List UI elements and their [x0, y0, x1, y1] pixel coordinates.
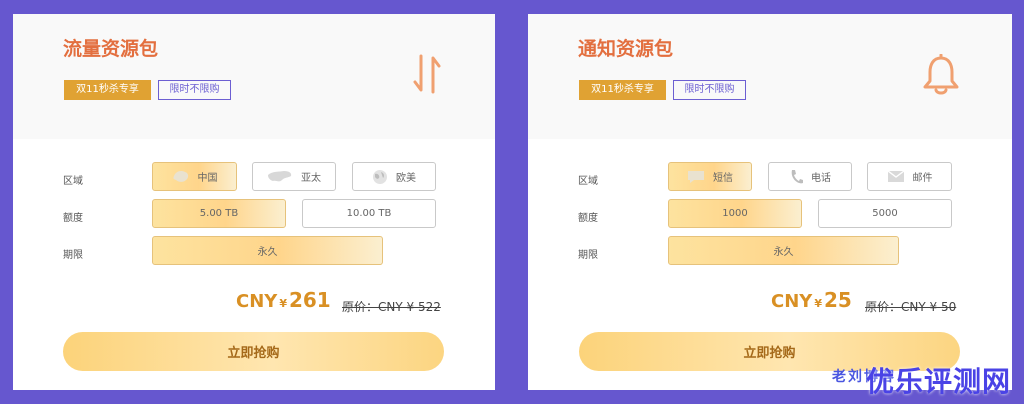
china-map-icon	[172, 170, 188, 182]
amount-label: 额度	[578, 213, 598, 224]
limit-tag: 限时不限购	[673, 80, 746, 100]
region-option-label: 中国	[197, 173, 218, 184]
asia-map-icon	[268, 170, 292, 181]
limit-tag: 限时不限购	[158, 80, 231, 100]
region-option-label: 欧美	[396, 173, 416, 184]
card-header: 通知资源包 双11秒杀专享 限时不限购	[528, 14, 1012, 139]
amount-option-label: 5000	[872, 208, 898, 219]
region-label: 区域	[63, 176, 83, 187]
message-icon	[688, 170, 704, 183]
card-title: 通知资源包	[578, 38, 674, 60]
current-price: CNY ¥25	[771, 288, 852, 312]
term-label: 期限	[63, 250, 83, 261]
term-option-permanent[interactable]: 永久	[668, 236, 899, 265]
term-option-permanent[interactable]: 永久	[152, 236, 383, 265]
card-title: 流量资源包	[63, 38, 159, 60]
term-option-label: 永久	[257, 247, 278, 258]
region-option-china[interactable]: 中国	[152, 162, 237, 191]
transfer-arrows-icon	[413, 52, 441, 100]
region-option-label: 亚太	[301, 173, 321, 184]
mail-icon	[887, 170, 904, 182]
amount-option-5000[interactable]: 5000	[818, 199, 952, 228]
amount-option-10tb[interactable]: 10.00 TB	[302, 199, 436, 228]
term-label: 期限	[578, 250, 598, 261]
card-header: 流量资源包 双11秒杀专享 限时不限购	[13, 14, 495, 139]
channel-option-label: 电话	[811, 173, 831, 184]
term-option-label: 永久	[773, 247, 794, 258]
amount-option-label: 10.00 TB	[346, 208, 392, 219]
channel-option-sms[interactable]: 短信	[668, 162, 752, 191]
phone-icon	[791, 169, 803, 183]
amount-option-1000[interactable]: 1000	[668, 199, 802, 228]
bell-icon	[922, 53, 960, 100]
original-price: 原价：CNY ¥ 522	[342, 300, 441, 314]
traffic-package-card: 流量资源包 双11秒杀专享 限时不限购 区域 中国 亚太 欧美 额度 5.00 …	[13, 14, 495, 390]
region-option-europe-america[interactable]: 欧美	[352, 162, 436, 191]
region-option-asia-pacific[interactable]: 亚太	[252, 162, 336, 191]
watermark-site: 优乐评测网	[866, 365, 1012, 398]
promo-tag: 双11秒杀专享	[579, 80, 666, 100]
notification-package-card: 通知资源包 双11秒杀专享 限时不限购 区域 短信 电话 邮件 额度 1000 …	[528, 14, 1012, 390]
channel-option-email[interactable]: 邮件	[867, 162, 952, 191]
amount-option-label: 5.00 TB	[199, 208, 239, 219]
promo-tag: 双11秒杀专享	[64, 80, 151, 100]
region-label: 区域	[578, 176, 598, 187]
amount-label: 额度	[63, 213, 83, 224]
buy-now-button[interactable]: 立即抢购	[63, 332, 444, 371]
channel-option-label: 邮件	[912, 173, 933, 184]
channel-option-phone[interactable]: 电话	[768, 162, 852, 191]
current-price: CNY ¥261	[236, 288, 331, 312]
amount-option-5tb[interactable]: 5.00 TB	[152, 199, 286, 228]
original-price: 原价：CNY ¥ 50	[865, 300, 957, 314]
amount-option-label: 1000	[722, 208, 748, 219]
globe-icon	[373, 169, 387, 184]
channel-option-label: 短信	[713, 173, 733, 184]
